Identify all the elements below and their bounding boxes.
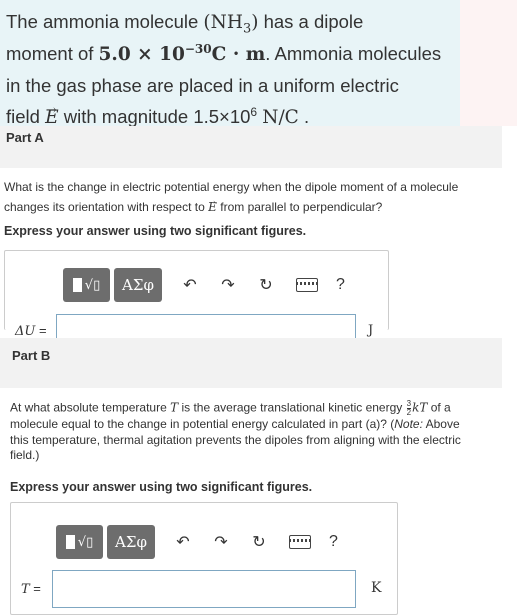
part-a-variable-label: ΔU =: [15, 323, 47, 339]
problem-line-2: moment of 5.0 × 10−30C · m. Ammonia mole…: [6, 41, 442, 65]
part-a-answer-input[interactable]: [56, 314, 356, 338]
problem-statement: The ammonia molecule (NH3) has a dipole …: [0, 0, 460, 128]
part-b-question: At what absolute temperature T is the av…: [10, 399, 461, 463]
part-b-variable-label: T =: [21, 581, 41, 597]
templates-icon: √▯: [72, 278, 100, 293]
part-b-header[interactable]: Part B: [0, 338, 502, 388]
problem-side-panel: [460, 0, 517, 126]
templates-button[interactable]: √▯: [63, 268, 110, 302]
fraction-three-halves: 32: [406, 399, 412, 417]
problem-line-3: in the gas phase are placed in a uniform…: [6, 75, 399, 96]
keyboard-icon[interactable]: [296, 278, 318, 292]
templates-button[interactable]: √▯: [56, 525, 103, 559]
part-b-instruction: Express your answer using two significan…: [10, 480, 313, 494]
problem-line-1: The ammonia molecule (NH3) has a dipole: [6, 11, 364, 37]
part-b-unit: K: [371, 580, 382, 596]
part-a-label: Part A: [6, 130, 44, 145]
part-a-header[interactable]: Part A: [0, 126, 502, 168]
undo-icon[interactable]: ↶: [180, 275, 200, 295]
reset-icon[interactable]: ↻: [249, 532, 269, 552]
help-button[interactable]: ?: [329, 533, 338, 551]
reset-icon[interactable]: ↻: [256, 275, 276, 295]
undo-icon[interactable]: ↶: [173, 532, 193, 552]
redo-icon[interactable]: ↷: [218, 275, 238, 295]
greek-symbols-button[interactable]: ΑΣφ: [114, 268, 162, 302]
part-b-toolbar: √▯ ΑΣφ ↶ ↷ ↻ ?: [56, 525, 338, 559]
part-a-question: What is the change in electric potential…: [4, 177, 494, 217]
part-a-unit: J: [368, 323, 374, 338]
help-button[interactable]: ?: [336, 276, 345, 294]
greek-symbols-button[interactable]: ΑΣφ: [107, 525, 155, 559]
templates-icon: √▯: [65, 535, 93, 550]
redo-icon[interactable]: ↷: [211, 532, 231, 552]
part-b-label: Part B: [12, 348, 51, 363]
part-a-toolbar: √▯ ΑΣφ ↶ ↷ ↻ ?: [63, 268, 345, 302]
keyboard-icon[interactable]: [289, 535, 311, 549]
part-b-answer-input[interactable]: [52, 570, 356, 608]
part-a-instruction: Express your answer using two significan…: [4, 224, 307, 238]
field-vector-symbol: E: [208, 192, 217, 217]
